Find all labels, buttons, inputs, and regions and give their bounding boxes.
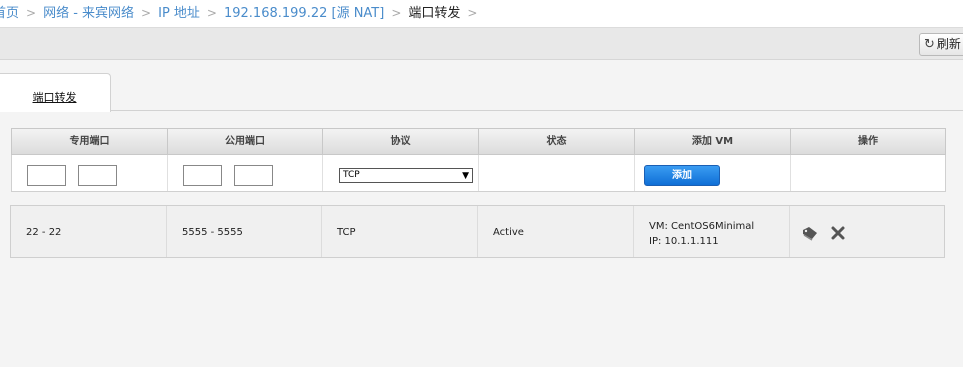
state-cell (479, 155, 635, 191)
private-port-value: 22 - 22 (11, 206, 167, 257)
protocol-cell: TCP ▼ (323, 155, 479, 191)
breadcrumb-home[interactable]: 首页 (0, 6, 19, 21)
column-header-private-port: 专用端口 (12, 129, 168, 154)
private-port-end-input[interactable] (78, 165, 117, 186)
breadcrumb-bar: 首页 > 网络 - 来宾网络 > IP 地址 >192.168.199.22 [源 NAT… (0, 0, 963, 27)
breadcrumb-separator: > (467, 6, 478, 20)
add-vm-cell: 添加 (635, 155, 791, 191)
public-port-start-input[interactable] (183, 165, 222, 186)
delete-icon[interactable] (830, 225, 846, 241)
public-port-cell (168, 155, 323, 191)
protocol-select-value: TCP (343, 170, 360, 180)
private-port-cell (12, 155, 168, 191)
column-header-state: 状态 (479, 129, 635, 154)
protocol-select[interactable]: TCP ▼ (339, 168, 473, 183)
breadcrumb-separator: > (206, 6, 217, 20)
protocol-value: TCP (322, 206, 478, 257)
public-port-end-input[interactable] (234, 165, 273, 186)
breadcrumb-guest-network[interactable]: 网络 - 来宾网络 (43, 6, 134, 21)
vm-name: VM: CentOS6Minimal (649, 221, 755, 232)
column-header-actions: 操作 (858, 136, 878, 147)
chevron-down-icon: ▼ (462, 171, 469, 181)
breadcrumb: 首页 > 网络 - 来宾网络 > IP 地址 >192.168.199.22 [源 NAT… (0, 4, 484, 23)
tab-label: 端口转发 (32, 91, 77, 104)
breadcrumb-ip-addresses[interactable]: IP 地址 (158, 6, 200, 21)
table-row: 22 - 22 5555 - 5555 TCP Active VM: CentO… (10, 205, 945, 258)
column-header-protocol: 协议 (323, 129, 479, 154)
refresh-icon: ↻ (924, 37, 935, 52)
breadcrumb-ip-detail[interactable]: 192.168.199.22 [源 NAT] (224, 6, 384, 21)
column-header-add-vm: 添加 VM (635, 129, 791, 154)
column-header-public-port: 公用端口 (168, 129, 323, 154)
refresh-label: 刷新 (936, 37, 961, 51)
tag-icon[interactable] (802, 225, 818, 241)
table-header: 专用端口 公用端口 协议 状态 添加 VM 操作 (11, 128, 946, 155)
vm-ip: IP: 10.1.1.111 (649, 236, 719, 247)
private-port-start-input[interactable] (27, 165, 66, 186)
toolbar: ↻ 刷新 (0, 27, 963, 60)
state-value: Active (478, 206, 634, 257)
breadcrumb-separator: > (391, 6, 402, 20)
tab-strip: 端口转发 (0, 73, 963, 112)
breadcrumb-separator: > (26, 6, 37, 20)
add-button[interactable]: 添加 (644, 165, 720, 186)
breadcrumb-current: 端口转发 (408, 6, 461, 21)
breadcrumb-separator: > (141, 6, 152, 20)
vm-info-cell: VM: CentOS6Minimal IP: 10.1.1.111 (634, 206, 790, 257)
row-actions-cell (790, 206, 944, 257)
refresh-button[interactable]: ↻ 刷新 (919, 33, 963, 56)
public-port-value: 5555 - 5555 (167, 206, 322, 257)
main-content: 端口转发 专用端口 公用端口 协议 状态 添加 VM 操作 TCP ▼ 添加 2… (0, 60, 963, 367)
actions-cell (791, 155, 945, 191)
tab-port-forwarding[interactable]: 端口转发 (0, 73, 111, 112)
add-rule-row: TCP ▼ 添加 (11, 155, 946, 192)
